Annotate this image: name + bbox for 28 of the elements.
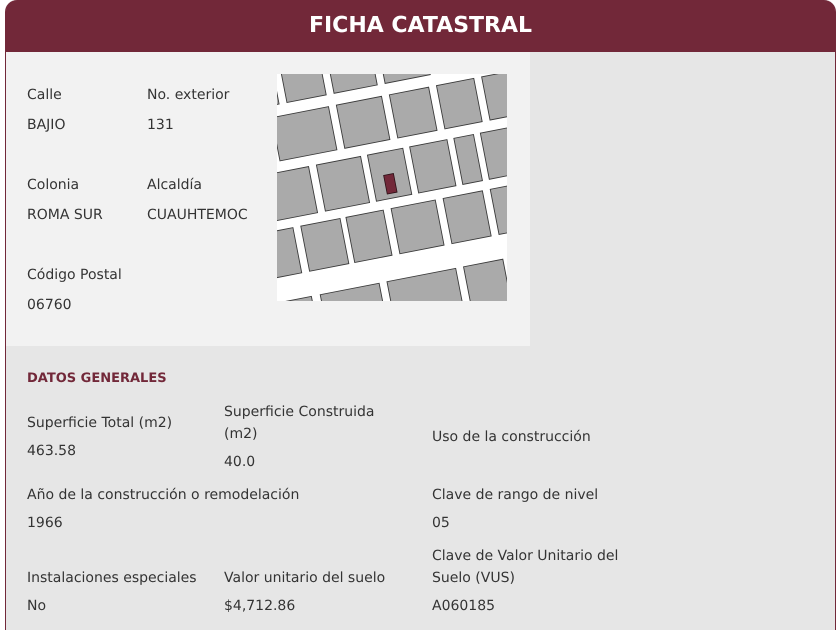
field-label: Año de la construcción o remodelación <box>27 486 300 505</box>
field-label: No. exterior <box>147 86 230 105</box>
field-label: Clave de Valor Unitario del Suelo (VUS) <box>432 547 620 588</box>
section-title: DATOS GENERALES <box>27 370 167 388</box>
field-label: Superficie Total (m2) <box>27 414 174 433</box>
field-label: Valor unitario del suelo <box>224 569 386 588</box>
field-label: Alcaldía <box>147 176 203 195</box>
field-label: Clave de rango de nivel <box>432 486 600 505</box>
field-label: Superficie Construida (m2) <box>224 403 376 444</box>
field-value: 05 <box>432 514 451 533</box>
field-value: 06760 <box>27 296 73 315</box>
page-title: FICHA CATASTRAL <box>308 12 532 40</box>
field-label: Colonia <box>27 176 80 195</box>
field-value: CUAUHTEMOC <box>147 206 249 225</box>
field-value: $4,712.86 <box>224 597 296 616</box>
field-value: BAJIO <box>27 116 66 135</box>
field-label: Uso de la construcción <box>432 428 592 447</box>
field-label: Calle <box>27 86 63 105</box>
field-value: ROMA SUR <box>27 206 104 225</box>
field-value: 40.0 <box>224 453 256 472</box>
highlighted-lot-marker <box>383 173 398 194</box>
field-value: 131 <box>147 116 175 135</box>
field-value: 463.58 <box>27 442 77 461</box>
field-value: A060185 <box>432 597 496 616</box>
field-label: Código Postal <box>27 266 123 285</box>
field-value: 1966 <box>27 514 64 533</box>
field-label: Instalaciones especiales <box>27 569 198 588</box>
field-value: No <box>27 597 48 616</box>
